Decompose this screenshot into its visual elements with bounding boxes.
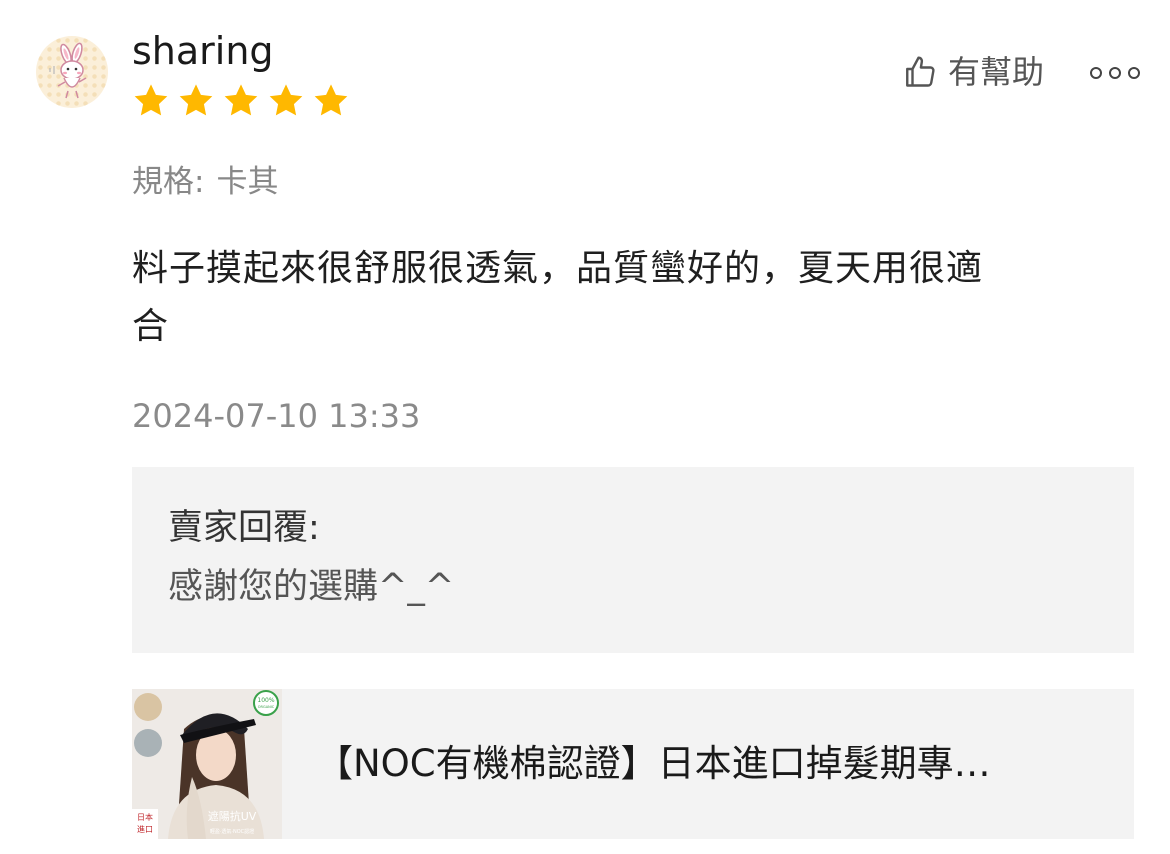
star-icon [179,84,213,116]
rating-stars [132,82,350,120]
review-comment: 料子摸起來很舒服很透氣，品質蠻好的，夏天用很適 合 [132,240,1132,356]
svg-text:日本: 日本 [137,812,153,822]
review-comment-line: 料子摸起來很舒服很透氣，品質蠻好的，夏天用很適 [132,248,984,289]
more-options-button[interactable] [1090,60,1140,86]
seller-reply-text: 感謝您的選購^_^ [168,567,455,607]
review-timestamp: 2024-07-10 13:33 [132,397,421,435]
review-comment-line: 合 [132,306,170,347]
reviewer-name: sharing [132,29,274,73]
star-icon [314,84,348,116]
product-thumbnail: 100% ORGANIC 日本 進口 遮陽抗UV 輕盈·透氣·NOC認證 [132,689,282,839]
helpful-button[interactable]: 有幫助 [902,52,1044,92]
product-title: 【NOC有機棉認證】日本進口掉髮期專… [316,742,991,785]
thumbs-up-icon [906,56,935,87]
review-card: sharing 有幫助 規格: 卡其 料子摸起來很舒服很透氣，品質蠻好的，夏天用很… [0,0,1170,854]
seller-reply: 賣家回覆: 感謝您的選購^_^ [132,467,1134,653]
product-photo: 100% ORGANIC 日本 進口 遮陽抗UV 輕盈·透氣·NOC認證 [132,689,282,839]
svg-text:輕盈·透氣·NOC認證: 輕盈·透氣·NOC認證 [210,828,254,835]
svg-text:ORGANIC: ORGANIC [258,705,275,709]
product-link-card[interactable]: 100% ORGANIC 日本 進口 遮陽抗UV 輕盈·透氣·NOC認證 【NO… [132,689,1134,839]
svg-text:進口: 進口 [137,825,153,834]
more-options-icon [1090,67,1102,79]
more-options-icon [1128,67,1140,79]
star-icon [224,84,258,116]
more-options-icon [1109,67,1121,79]
svg-text:遮陽抗UV: 遮陽抗UV [208,809,257,823]
helpful-label: 有幫助 [948,53,1045,91]
spec-value: 卡其 [216,164,279,200]
seller-reply-title: 賣家回覆: [168,508,320,548]
user-avatar[interactable] [36,36,108,108]
spec-label: 規格: [132,164,205,200]
star-icon [134,84,168,116]
product-spec: 規格: 卡其 [132,162,278,202]
bunny-avatar-icon [49,42,87,99]
star-icon [269,84,303,116]
svg-text:100%: 100% [257,697,274,704]
